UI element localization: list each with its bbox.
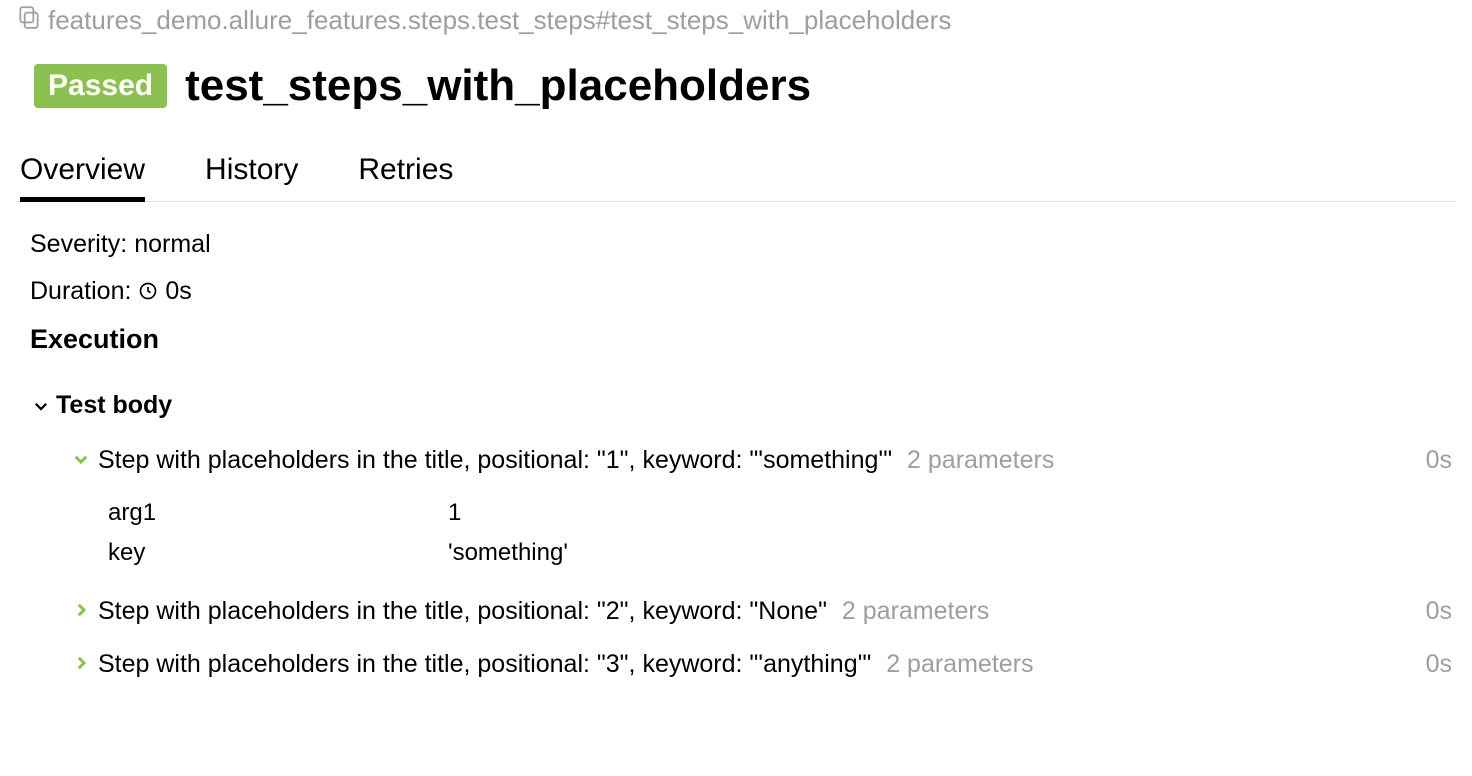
tab-overview[interactable]: Overview	[20, 145, 145, 201]
tabs: Overview History Retries	[16, 145, 1456, 202]
step-params-badge: 2 parameters	[907, 446, 1054, 474]
param-row: arg1 1	[108, 493, 1456, 533]
step-duration: 0s	[1426, 650, 1452, 679]
page-title: test_steps_with_placeholders	[185, 61, 811, 111]
step-duration: 0s	[1426, 597, 1452, 626]
step-title: Step with placeholders in the title, pos…	[98, 446, 1420, 475]
step-row[interactable]: Step with placeholders in the title, pos…	[30, 630, 1456, 683]
test-body-label: Test body	[56, 391, 172, 420]
param-value: 1	[448, 499, 461, 527]
step-row[interactable]: Step with placeholders in the title, pos…	[30, 577, 1456, 630]
chevron-down-icon	[30, 397, 52, 415]
breadcrumb-text: features_demo.allure_features.steps.test…	[48, 5, 951, 36]
clock-icon	[138, 277, 165, 305]
duration-label: Duration:	[30, 277, 131, 305]
execution-heading: Execution	[30, 324, 1456, 355]
step-title: Step with placeholders in the title, pos…	[98, 650, 1420, 679]
step-params-badge: 2 parameters	[886, 650, 1033, 678]
param-value: 'something'	[448, 539, 568, 567]
severity-field: Severity: normal	[30, 230, 1456, 259]
copy-icon[interactable]	[16, 4, 42, 37]
param-name: key	[108, 539, 448, 567]
step-params-badge: 2 parameters	[842, 597, 989, 625]
step-params: arg1 1 key 'something'	[30, 479, 1456, 577]
step-row[interactable]: Step with placeholders in the title, pos…	[30, 426, 1456, 479]
duration-field: Duration: 0s	[30, 277, 1456, 306]
breadcrumb: features_demo.allure_features.steps.test…	[16, 0, 1456, 37]
severity-label: Severity:	[30, 230, 127, 258]
step-duration: 0s	[1426, 446, 1452, 475]
chevron-right-icon	[70, 654, 92, 672]
tab-history[interactable]: History	[205, 145, 298, 201]
step-title: Step with placeholders in the title, pos…	[98, 597, 1420, 626]
chevron-right-icon	[70, 601, 92, 619]
severity-value: normal	[134, 230, 210, 258]
test-body-toggle[interactable]: Test body	[30, 373, 1456, 426]
chevron-down-icon	[70, 450, 92, 468]
tab-retries[interactable]: Retries	[358, 145, 453, 201]
status-badge: Passed	[34, 64, 167, 108]
param-name: arg1	[108, 499, 448, 527]
duration-value: 0s	[165, 277, 191, 305]
title-row: Passed test_steps_with_placeholders	[16, 37, 1456, 117]
param-row: key 'something'	[108, 533, 1456, 573]
